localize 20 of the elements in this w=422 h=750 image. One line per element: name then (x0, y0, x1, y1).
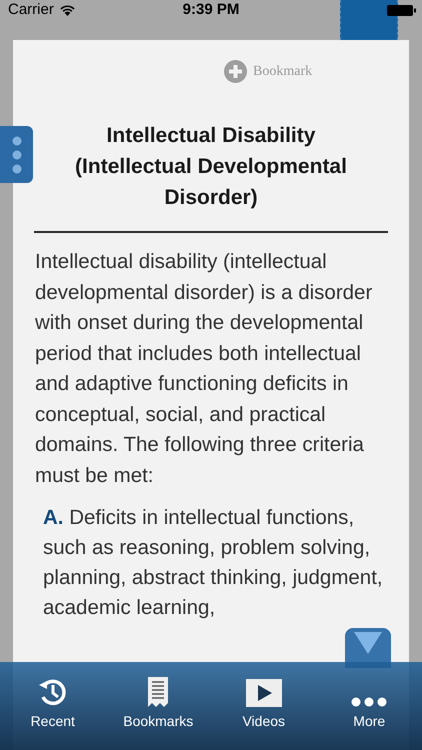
article-paragraph: Intellectual disability (intellectual developmental disorder) is a disorder with onset during the developmental period that includes both intellectual and adaptive functioning deficits in conceptual, social, and practical domains. The following three criteria must be met: (35, 249, 374, 488)
tab-button[interactable]: Videos (216, 672, 312, 732)
criterion-paragraph: A. Deficits in intellectual functions, such as reasoning, problem solving, planning, abstract thinking, judgment, academic learning, (43, 505, 384, 621)
carrier-label: Carrier (8, 0, 54, 20)
ribbon (340, 0, 398, 40)
plus-icon (224, 60, 247, 83)
tab-button[interactable]: More (322, 672, 417, 732)
tab-button[interactable]: Recent (5, 672, 100, 732)
wifi-icon (60, 4, 75, 16)
clock-arrow-icon (38, 677, 68, 707)
clock: 9:39 PM (182, 0, 240, 20)
document-icon (147, 677, 170, 707)
play-icon (246, 679, 282, 707)
down-triangle-icon (354, 632, 382, 654)
more-icon (351, 697, 388, 707)
dots-icon (12, 136, 22, 174)
tab-button[interactable]: Bookmarks (110, 672, 206, 732)
side-tab[interactable] (0, 126, 33, 183)
article-title: Intellectual Disability (Intellectual Developmental Disorder) (74, 123, 348, 211)
battery-icon (387, 5, 416, 16)
